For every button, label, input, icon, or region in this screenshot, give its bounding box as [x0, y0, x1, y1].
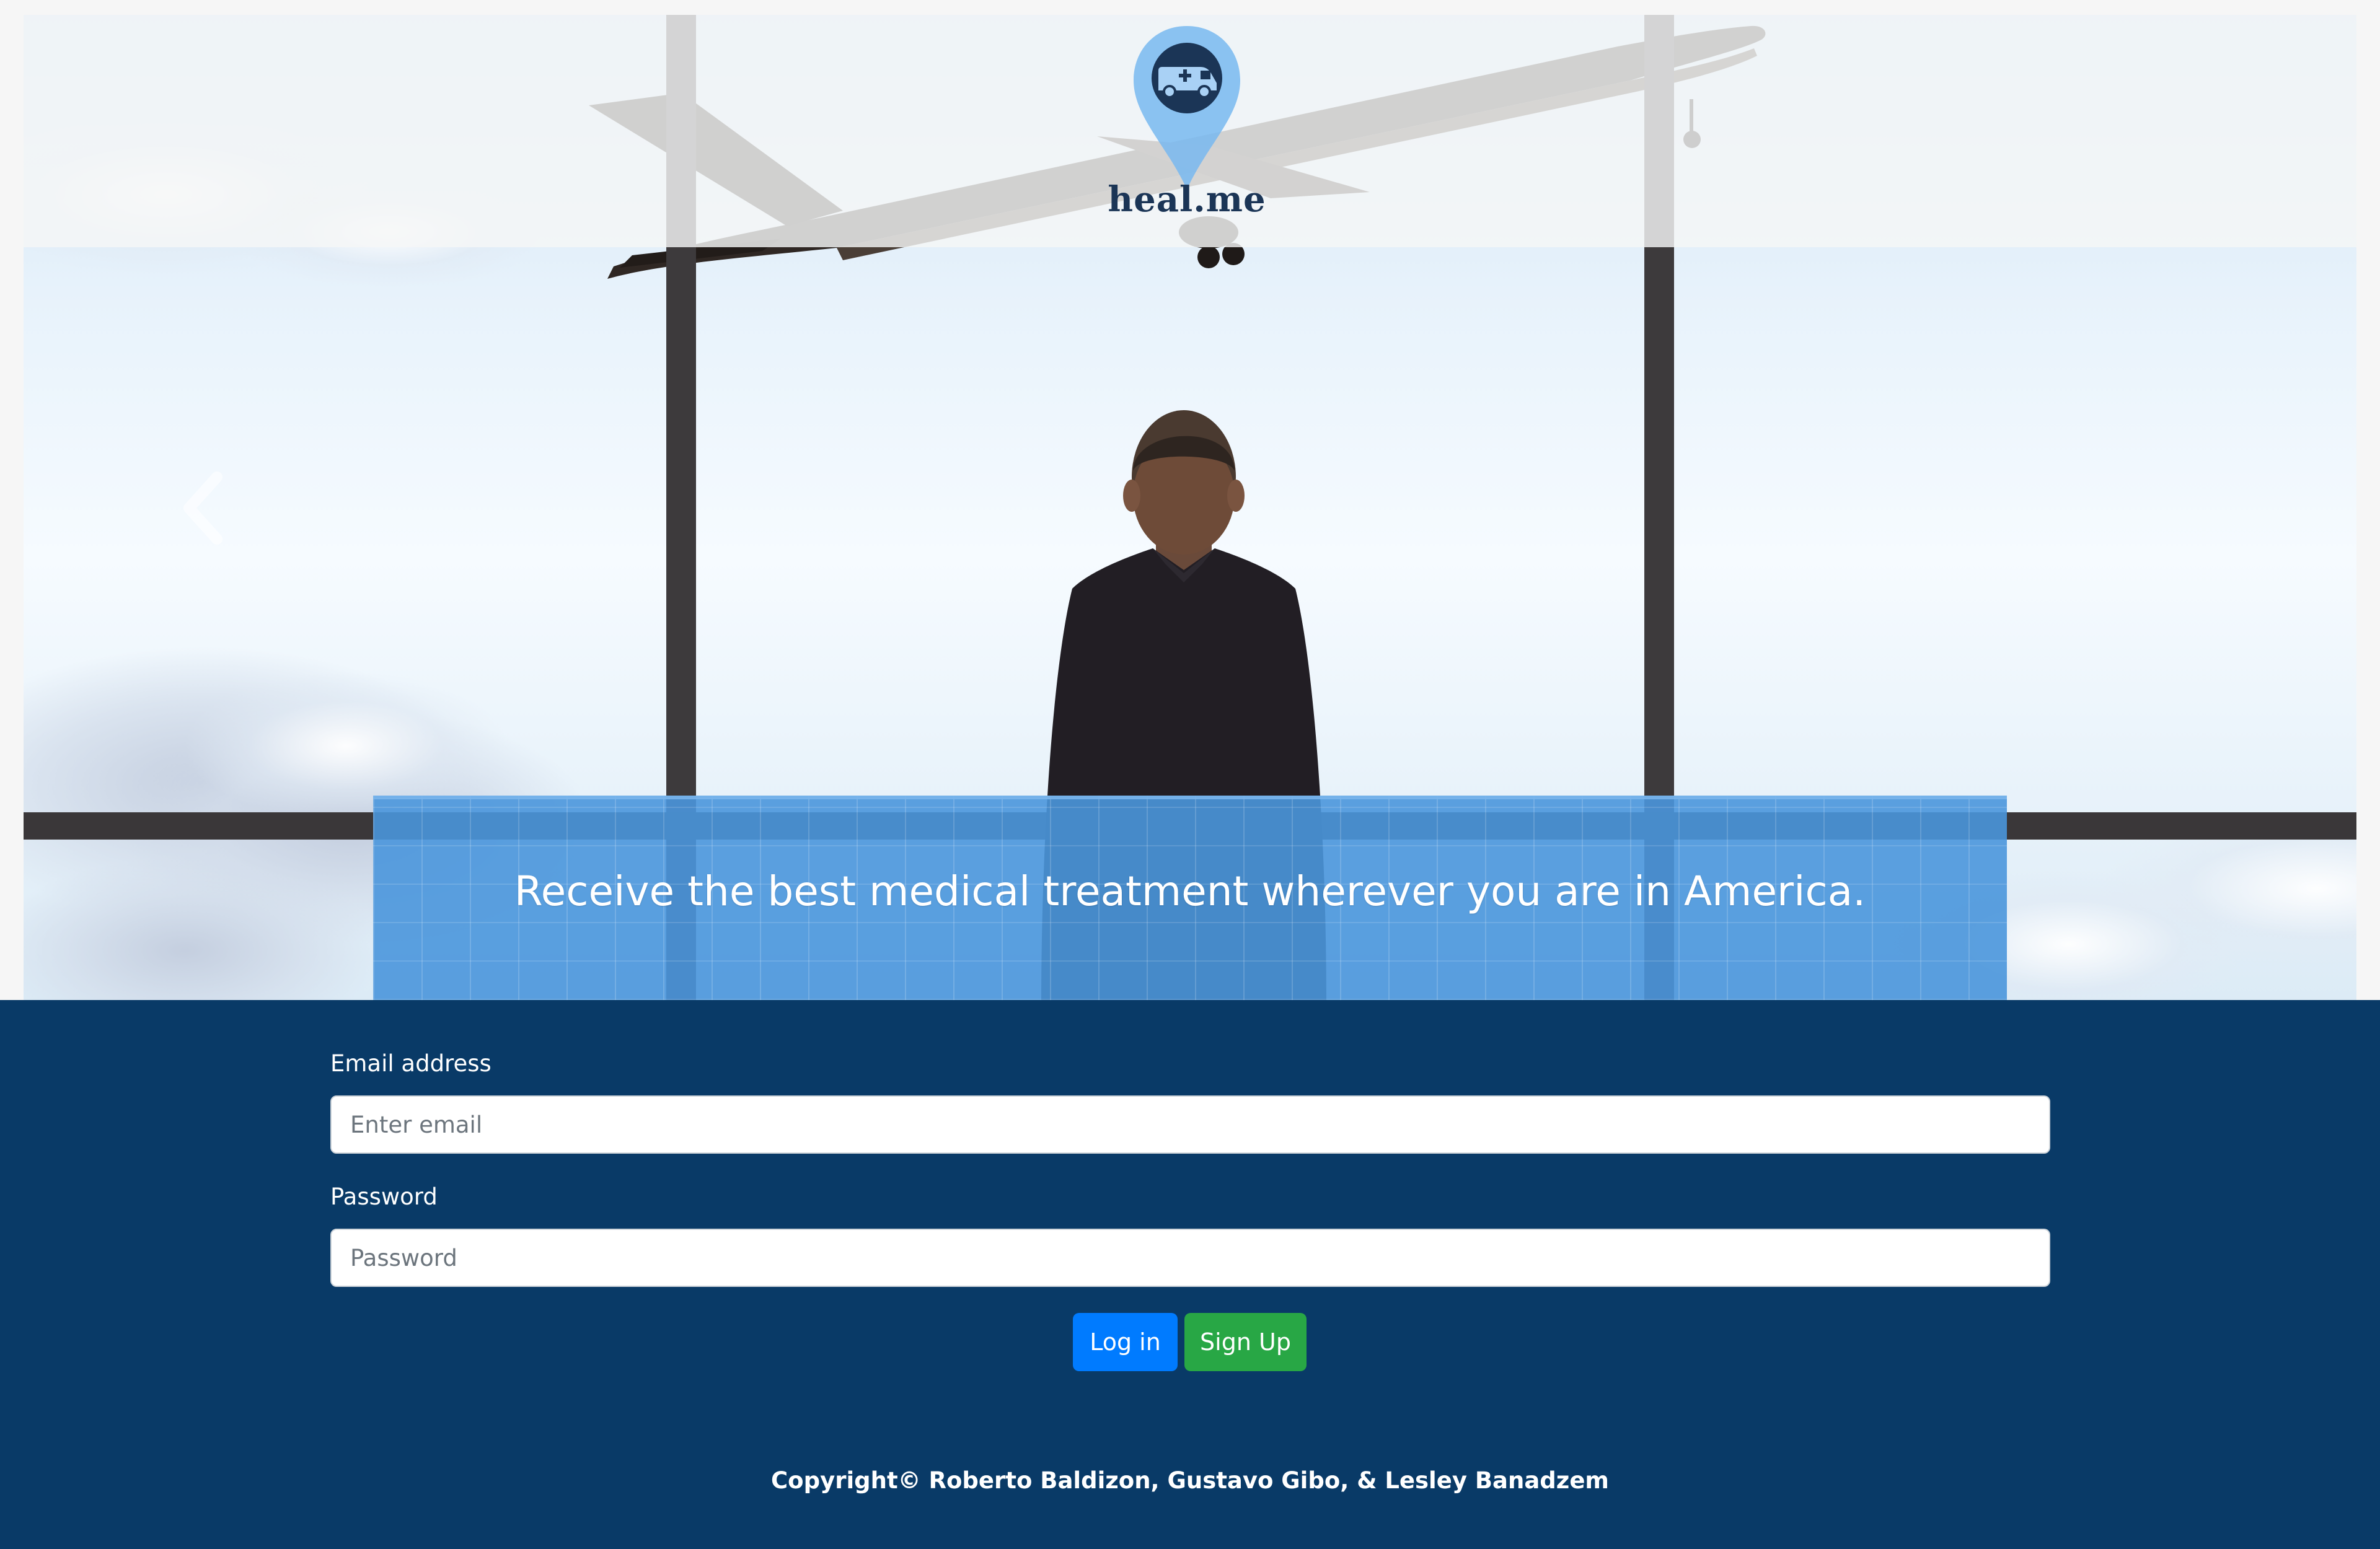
carousel-caption-panel: Receive the best medical treatment where…: [373, 796, 2007, 1000]
email-input[interactable]: [330, 1095, 2050, 1154]
copyright-text: Copyright© Roberto Baldizon, Gustavo Gib…: [771, 1467, 1609, 1494]
signup-button[interactable]: Sign Up: [1184, 1313, 1307, 1371]
hero-carousel: heal.me Receive the best medical treatme…: [0, 0, 2380, 1000]
ambulance-map-pin-icon: [1134, 26, 1240, 190]
password-input[interactable]: [330, 1229, 2050, 1287]
carousel-caption: Receive the best medical treatment where…: [514, 867, 1866, 915]
email-label: Email address: [330, 1050, 491, 1077]
carousel-prev-button[interactable]: [167, 465, 242, 551]
login-button[interactable]: Log in: [1073, 1313, 1178, 1371]
brand-name: heal.me: [1108, 179, 1266, 220]
brand-logo[interactable]: heal.me: [1103, 24, 1271, 222]
password-label: Password: [330, 1183, 438, 1210]
chevron-left-icon: [183, 472, 223, 545]
